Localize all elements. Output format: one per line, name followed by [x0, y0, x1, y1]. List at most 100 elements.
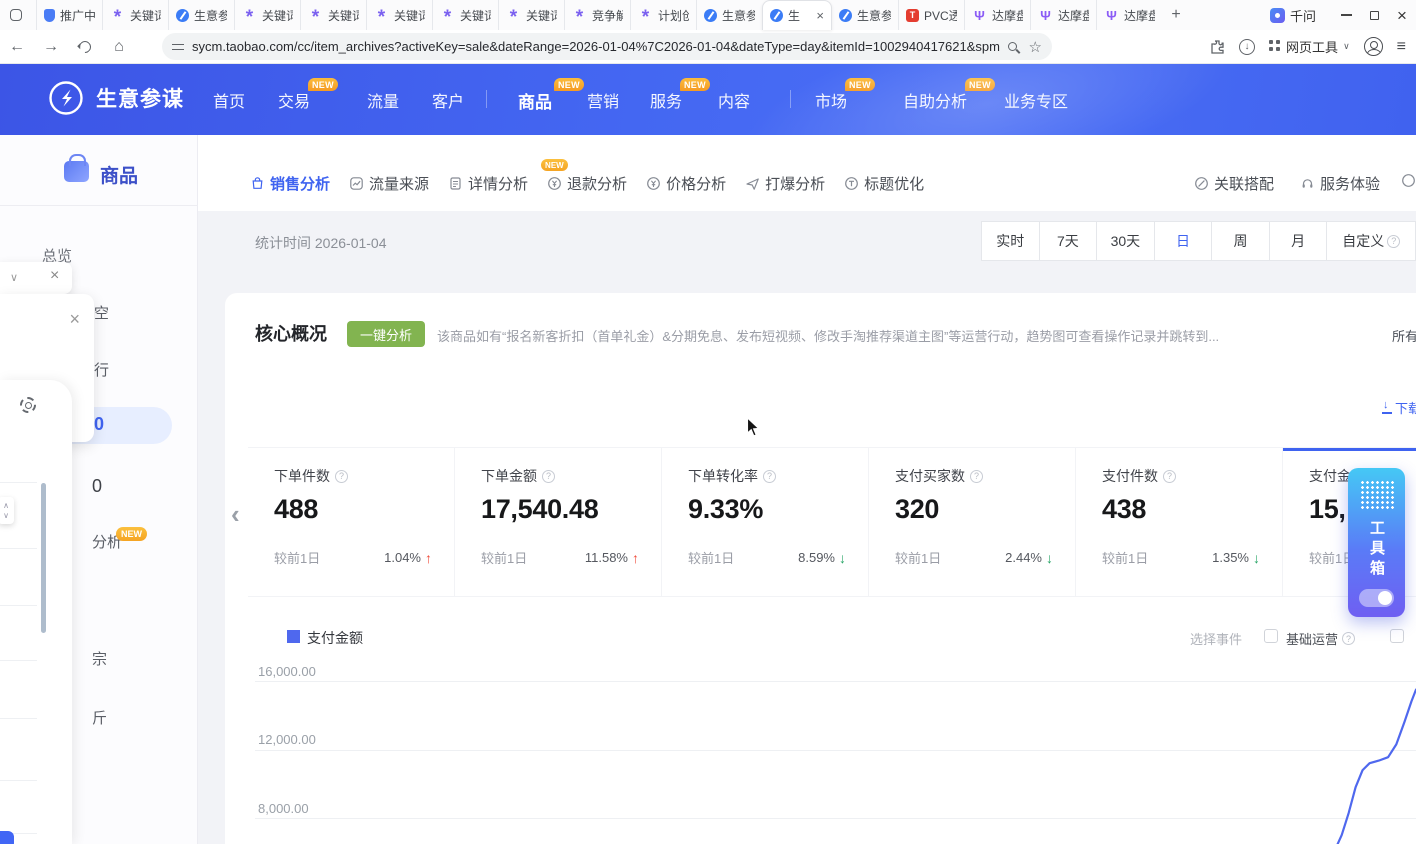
reload-button[interactable]: [68, 41, 102, 53]
nav-marketing[interactable]: 营销: [587, 88, 619, 112]
browser-tab[interactable]: Ψ达摩盘: [1030, 0, 1096, 30]
back-button[interactable]: ←: [0, 38, 34, 56]
metric-value: 488: [274, 494, 434, 525]
profile-avatar[interactable]: [1364, 37, 1383, 56]
browser-tab[interactable]: *关键词: [300, 0, 366, 30]
clipped-tab-icon[interactable]: [1401, 173, 1416, 191]
payment-amount-line-chart[interactable]: [255, 650, 1416, 844]
minimize-button[interactable]: [1332, 0, 1360, 30]
browser-tab[interactable]: *关键词: [234, 0, 300, 30]
date-type-custom[interactable]: 自定义?: [1326, 222, 1415, 260]
nav-content[interactable]: 内容: [718, 88, 750, 112]
browser-tab[interactable]: 生意参: [168, 0, 234, 30]
close-tab-icon[interactable]: ×: [816, 9, 824, 22]
second-event-checkbox[interactable]: [1390, 629, 1404, 643]
scrollbar-thumb[interactable]: [41, 483, 46, 633]
qianwen-button[interactable]: 千问: [1270, 6, 1316, 25]
bookmark-star-icon[interactable]: ☆: [1029, 38, 1042, 56]
metric-card-pay-items[interactable]: 支付件数? 438 较前1日1.35%↓: [1076, 448, 1283, 596]
browser-tab[interactable]: *关键词: [498, 0, 564, 30]
metric-card-order-amount[interactable]: 下单金额? 17,540.48 较前1日11.58%↑: [455, 448, 662, 596]
browser-tab[interactable]: 生意参: [696, 0, 762, 30]
browser-tab[interactable]: *竞争解: [564, 0, 630, 30]
base-ops-label: 基础运营?: [1286, 629, 1355, 648]
overview-more-link[interactable]: 所有: [1392, 326, 1416, 345]
tab-sales-analysis[interactable]: 销售分析: [250, 173, 330, 194]
nav-self-analysis[interactable]: 自助分析NEW: [903, 88, 967, 112]
new-tab-button[interactable]: +: [1162, 1, 1190, 29]
browser-tab[interactable]: TPVC透: [898, 0, 964, 30]
gear-icon[interactable]: [20, 397, 36, 413]
tab-traffic-source[interactable]: 流量来源: [349, 173, 429, 194]
browser-tab[interactable]: *关键词: [432, 0, 498, 30]
nav-market[interactable]: 市场NEW: [815, 88, 847, 112]
toolbox-widget[interactable]: 工具箱: [1348, 468, 1405, 617]
browser-tab[interactable]: Ψ达摩盘: [1096, 0, 1162, 30]
home-button[interactable]: ⌂: [102, 38, 136, 56]
zoom-icon[interactable]: [1008, 42, 1017, 51]
overlay-panel[interactable]: [0, 380, 72, 844]
browser-tab-active[interactable]: 生×: [762, 0, 832, 30]
nav-business-zone[interactable]: 业务专区: [1004, 88, 1068, 112]
nav-home[interactable]: 首页: [213, 88, 245, 112]
maximize-button[interactable]: [1360, 0, 1388, 30]
legend-label[interactable]: 支付金额: [307, 628, 363, 648]
browser-tab[interactable]: *计划创: [630, 0, 696, 30]
browser-tab[interactable]: *关键词: [366, 0, 432, 30]
download-link[interactable]: 下载: [1382, 398, 1416, 417]
mini-popup[interactable]: ∨ ×: [0, 262, 72, 294]
nav-service[interactable]: 服务NEW: [650, 88, 682, 112]
divider: [0, 605, 37, 606]
date-type-7d[interactable]: 7天: [1039, 222, 1097, 260]
tab-title-optimize[interactable]: 标题优化: [844, 173, 924, 194]
tab-search-button[interactable]: [0, 0, 36, 30]
sidebar-item-fragment[interactable]: 斤: [92, 707, 107, 728]
extensions-puzzle-icon[interactable]: [1209, 39, 1225, 55]
collapse-handle[interactable]: ∧∨: [0, 497, 14, 524]
close-window-button[interactable]: ×: [1388, 0, 1416, 30]
browser-tab[interactable]: 推广中: [36, 0, 102, 30]
cards-prev-chevron-icon[interactable]: ‹: [231, 501, 240, 527]
date-type-week[interactable]: 周: [1211, 222, 1269, 260]
tab-price-analysis[interactable]: 价格分析: [646, 173, 726, 194]
close-icon[interactable]: ×: [69, 310, 80, 328]
sidebar-item-active-fragment[interactable]: 0: [94, 414, 104, 435]
brand-title[interactable]: 生意参谋: [96, 83, 184, 113]
site-info-icon[interactable]: [172, 42, 184, 52]
sidebar-item-fragment[interactable]: 0: [92, 476, 102, 497]
sidebar-item-fragment[interactable]: 宗: [92, 648, 107, 669]
toolbox-toggle[interactable]: [1359, 589, 1394, 607]
link-service-experience[interactable]: 服务体验: [1300, 173, 1380, 194]
sidebar-item-fragment[interactable]: 空: [94, 302, 109, 323]
date-type-30d[interactable]: 30天: [1096, 222, 1154, 260]
tab-hit-analysis[interactable]: 打爆分析: [745, 173, 825, 194]
web-tools-menu[interactable]: 网页工具∨: [1269, 37, 1350, 56]
nav-customer[interactable]: 客户: [432, 88, 464, 112]
nav-trade[interactable]: 交易NEW: [278, 88, 310, 112]
sidebar-item-fragment[interactable]: 行: [94, 359, 109, 380]
browser-tab[interactable]: *关键词: [102, 0, 168, 30]
tab-detail-analysis[interactable]: 详情分析: [448, 173, 528, 194]
metric-card-pay-buyers[interactable]: 支付买家数? 320 较前1日2.44%↓: [869, 448, 1076, 596]
browser-tab[interactable]: 生意参: [832, 0, 898, 30]
date-type-realtime[interactable]: 实时: [982, 222, 1039, 260]
nav-product[interactable]: 商品NEW: [518, 88, 552, 113]
metric-card-order-items[interactable]: 下单件数? 488 较前1日1.04%↑: [248, 448, 455, 596]
forward-button[interactable]: →: [34, 38, 68, 56]
link-related-match[interactable]: 关联搭配: [1194, 173, 1274, 194]
tab-refund-analysis[interactable]: NEW 退款分析: [547, 173, 627, 194]
browser-menu-icon[interactable]: ≡: [1397, 38, 1406, 56]
date-type-day[interactable]: 日: [1154, 222, 1212, 260]
one-click-analyze-button[interactable]: 一键分析: [347, 321, 425, 347]
download-icon[interactable]: ↓: [1239, 39, 1255, 55]
nav-traffic[interactable]: 流量: [367, 88, 399, 112]
base-ops-checkbox[interactable]: [1264, 629, 1278, 643]
url-field[interactable]: sycm.taobao.com/cc/item_archives?activeK…: [162, 33, 1052, 60]
close-icon[interactable]: ×: [50, 268, 59, 284]
date-type-month[interactable]: 月: [1269, 222, 1327, 260]
metric-card-conversion[interactable]: 下单转化率? 9.33% 较前1日8.59%↓: [662, 448, 869, 596]
chevron-down-icon: ∨: [3, 511, 9, 521]
floating-corner-button[interactable]: [0, 831, 14, 844]
chevron-down-icon[interactable]: ∨: [10, 271, 18, 284]
browser-tab[interactable]: Ψ达摩盘: [964, 0, 1030, 30]
